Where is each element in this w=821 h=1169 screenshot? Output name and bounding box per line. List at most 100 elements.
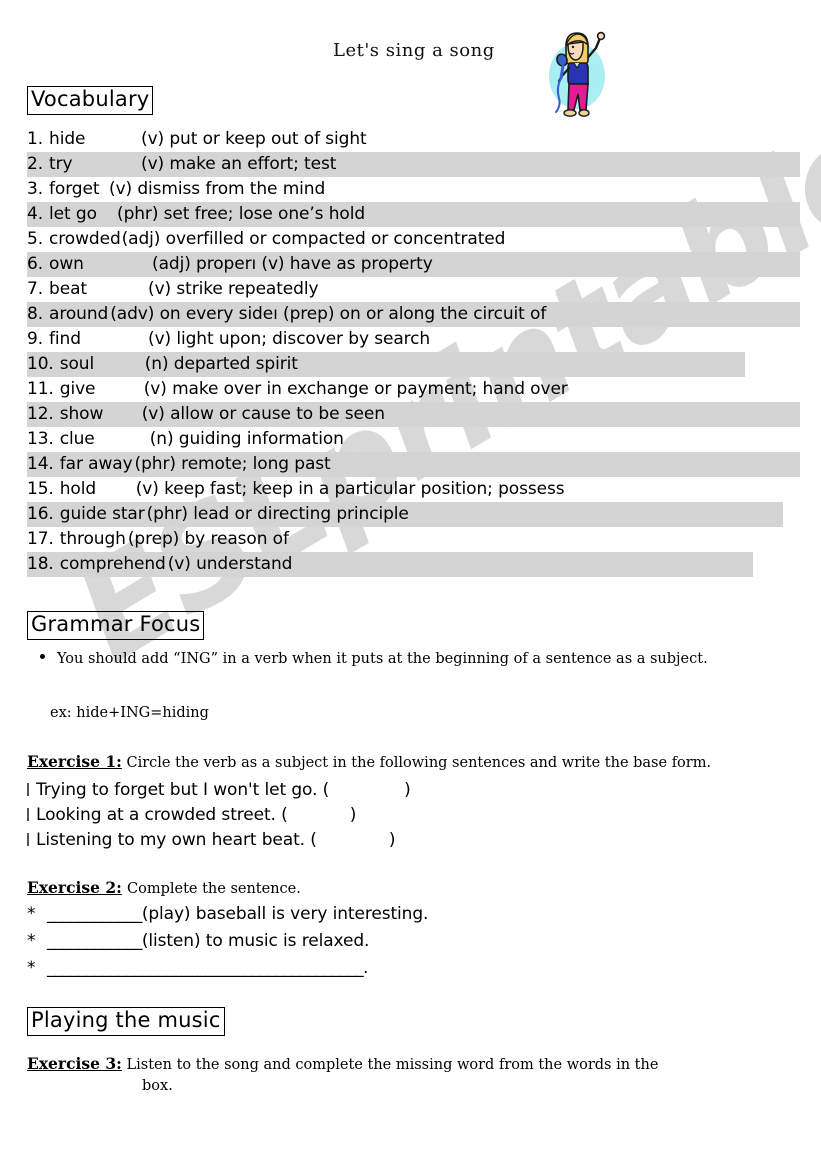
worksheet-page: Let's sing a song Vocabulary 1. hide (v)… — [0, 0, 821, 1169]
answer-blank[interactable]: ____________ — [47, 904, 142, 924]
vocabulary-row-text: 18. comprehend (v) understand — [27, 552, 292, 577]
page-title: Let's sing a song — [333, 40, 495, 61]
vocabulary-item-pos: (adj) — [121, 229, 161, 249]
vocabulary-item-definition: make over in exchange or payment; hand o… — [166, 379, 568, 399]
vocabulary-row: 11. give (v) make over in exchange or paym… — [0, 377, 821, 402]
exercise1-sentence: Looking at a crowded street. () — [27, 803, 627, 828]
vocabulary-item-word: soul — [59, 354, 95, 374]
grammar-rule-text: You should add “ING” in a verb when it p… — [57, 651, 708, 667]
vocabulary-item-word: try — [49, 154, 73, 174]
vocabulary-item-number: 13. — [27, 429, 54, 449]
bullet-dot-icon — [40, 654, 45, 659]
exercise2-label: Exercise 2: — [27, 878, 122, 897]
vocabulary-row: 1. hide (v) put or keep out of sight — [0, 127, 821, 152]
vocabulary-item-pos: (v) — [135, 479, 159, 499]
vocabulary-item-definition: strike repeatedly — [171, 279, 319, 299]
vocabulary-item-number: 2. — [27, 154, 44, 174]
answer-blank[interactable]: ________________________________________ — [47, 958, 364, 978]
vocabulary-row-text: 1. hide (v) put or keep out of sight — [27, 127, 367, 152]
exercise2-sentence-text: (play) baseball is very interesting. — [141, 904, 429, 924]
vocabulary-item-number: 12. — [27, 404, 54, 424]
vocabulary-item-definition: overfilled or compacted or concentrated — [160, 229, 506, 249]
vocabulary-row: 15. hold (v) keep fast; keep in a particul… — [0, 477, 821, 502]
exercise2-items: * ____________(play) baseball is very int… — [27, 901, 627, 982]
exercise2-sentence-text: . — [363, 958, 369, 978]
vocabulary-row-text: 16. guide star (phr) lead or directing pri… — [27, 502, 409, 527]
exercise2-header: Exercise 2: Complete the sentence. — [27, 878, 301, 897]
exercise1-sentence: Trying to forget but I won't let go. () — [27, 778, 627, 803]
vocabulary-item-number: 7. — [27, 279, 44, 299]
exercise1-items: Trying to forget but I won't let go. () L… — [27, 778, 627, 853]
vocabulary-item-pos: (adv) — [110, 304, 155, 324]
vocabulary-row: 3. forget (v) dismiss from the mind — [0, 177, 821, 202]
exercise2-sentence: * _______________________________________… — [27, 955, 627, 982]
vocabulary-row-text: 6. own (adj) properı (v) have as property — [27, 252, 433, 277]
asterisk-bullet-icon: * — [27, 958, 36, 978]
vocabulary-item-definition: lead or directing principle — [187, 504, 409, 524]
vocabulary-item-pos: (v) — [167, 554, 191, 574]
vocabulary-row: 9. find (v) light upon; discover by search — [0, 327, 821, 352]
exercise1-header: Exercise 1: Circle the verb as a subject… — [27, 753, 817, 772]
exercise1-instruction: Circle the verb as a subject in the foll… — [126, 755, 712, 771]
vocabulary-row: 18. comprehend (v) understand — [0, 552, 821, 577]
vocabulary-row: 6. own (adj) properı (v) have as property — [0, 252, 821, 277]
singer-clipart — [542, 26, 612, 124]
vocabulary-row: 2. try (v) make an effort; test — [0, 152, 821, 177]
vocabulary-row-text: 11. give (v) make over in exchange or paym… — [27, 377, 568, 402]
vocabulary-item-number: 15. — [27, 479, 54, 499]
vocabulary-item-number: 5. — [27, 229, 44, 249]
vocabulary-item-pos: (v) — [141, 129, 165, 149]
exercise1-sentence-text: Trying to forget but I won't let go. ( — [36, 780, 330, 800]
vocabulary-item-pos: (n) — [149, 429, 174, 449]
vocabulary-row-text: 8. around (adv) on every sideı (prep) on o… — [27, 302, 546, 327]
section-heading-vocabulary: Vocabulary — [27, 86, 154, 115]
vocabulary-item-word: hide — [49, 129, 86, 149]
vocabulary-item-number: 4. — [27, 204, 44, 224]
vocabulary-item-definition: set free; lose one’s hold — [158, 204, 366, 224]
vocabulary-item-definition: put or keep out of sight — [164, 129, 367, 149]
exercise1-sentence: Listening to my own heart beat. () — [27, 828, 627, 853]
vocabulary-row: 13. clue (n) guiding information — [0, 427, 821, 452]
vocabulary-item-pos: (v) — [148, 329, 172, 349]
vocabulary-item-definition: understand — [190, 554, 293, 574]
vocabulary-item-number: 18. — [27, 554, 54, 574]
vocabulary-item-number: 1. — [27, 129, 44, 149]
asterisk-bullet-icon: * — [27, 904, 36, 924]
vocabulary-item-number: 16. — [27, 504, 54, 524]
vocabulary-row: 8. around (adv) on every sideı (prep) on o… — [0, 302, 821, 327]
vocabulary-item-pos: (v) — [148, 279, 172, 299]
vocabulary-item-word: let go — [49, 204, 97, 224]
vocabulary-row-text: 9. find (v) light upon; discover by search — [27, 327, 430, 352]
grammar-example: ex: hide+ING=hiding — [50, 705, 209, 721]
vocabulary-item-word: hold — [59, 479, 97, 499]
vocabulary-item-pos: (v) — [141, 404, 165, 424]
vocabulary-item-pos: (phr) — [134, 454, 176, 474]
exercise1-close-paren: ) — [388, 830, 396, 850]
vocabulary-row-text: 15. hold (v) keep fast; keep in a particul… — [27, 477, 565, 502]
line-marker-icon — [27, 808, 29, 821]
vocabulary-row: 5. crowded(adj) overfilled or compacted o… — [0, 227, 821, 252]
vocabulary-row: 12. show (v) allow or cause to be seen — [0, 402, 821, 427]
vocabulary-row: 17. through (prep) by reason of — [0, 527, 821, 552]
vocabulary-item-word: through — [59, 529, 126, 549]
vocabulary-item-word: comprehend — [59, 554, 166, 574]
vocabulary-item-word: around — [49, 304, 109, 324]
vocabulary-item-pos: (v) — [109, 179, 133, 199]
vocabulary-item-number: 14. — [27, 454, 54, 474]
vocabulary-row-text: 3. forget (v) dismiss from the mind — [27, 177, 325, 202]
vocabulary-item-definition: guiding information — [173, 429, 344, 449]
exercise1-close-paren: ) — [349, 805, 357, 825]
vocabulary-row: 10. soul (n) departed spirit — [0, 352, 821, 377]
vocabulary-item-word: guide star — [59, 504, 145, 524]
exercise3-header: Exercise 3: Listen to the song and compl… — [27, 1053, 809, 1097]
vocabulary-item-number: 9. — [27, 329, 44, 349]
answer-blank[interactable]: ____________ — [47, 931, 142, 951]
vocabulary-item-pos: (n) — [144, 354, 169, 374]
vocabulary-item-word: beat — [49, 279, 87, 299]
vocabulary-item-pos: (phr) — [117, 204, 159, 224]
exercise1-sentence-text: Listening to my own heart beat. ( — [36, 830, 317, 850]
vocabulary-item-definition: departed spirit — [168, 354, 298, 374]
vocabulary-row-text: 5. crowded(adj) overfilled or compacted o… — [27, 227, 505, 252]
vocabulary-item-word: forget — [49, 179, 100, 199]
vocabulary-item-definition: properı (v) have as property — [190, 254, 433, 274]
